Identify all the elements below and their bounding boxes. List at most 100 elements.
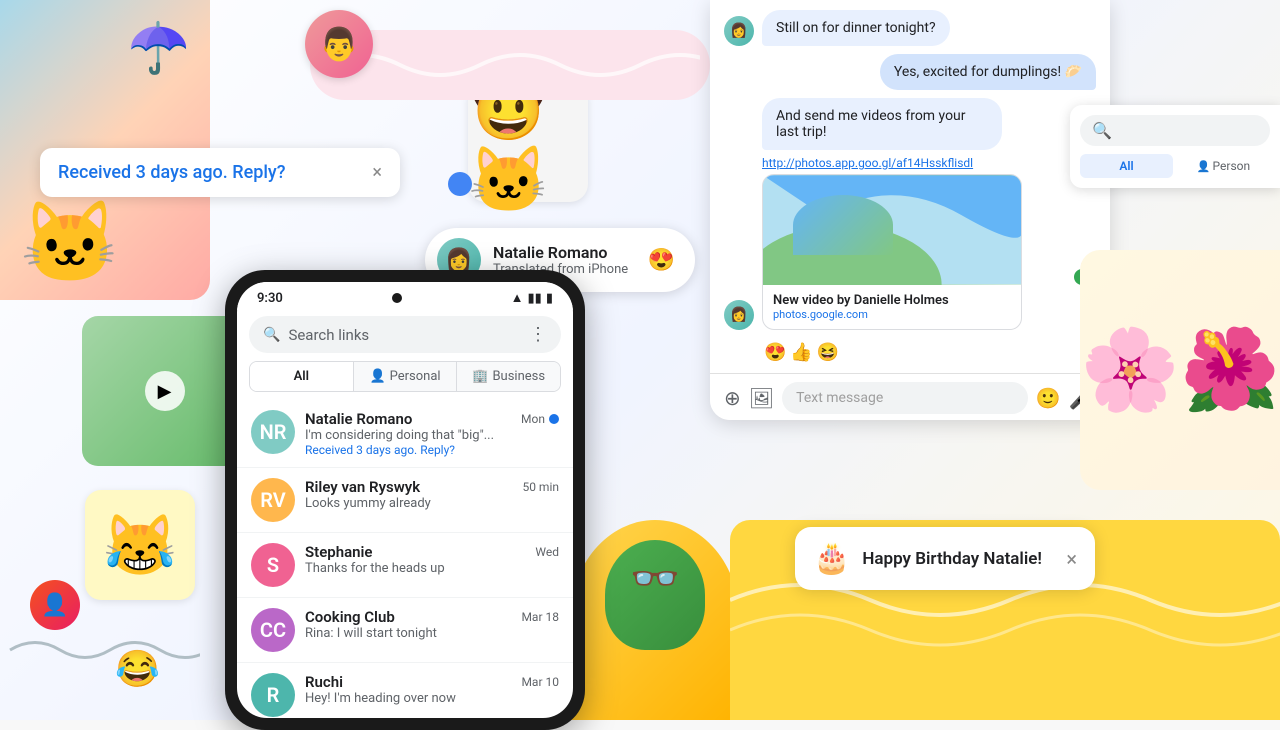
person-avatar-large: 👓 [570,520,740,720]
small-avatar-bottom-left: 👤 [30,580,80,630]
video-thumbnail[interactable]: ▶ [82,316,247,466]
conversation-cooking-club[interactable]: CC Cooking Club Mar 18 Rina: I will star… [237,598,573,663]
conv-reply-hint-natalie[interactable]: Received 3 days ago. Reply? [305,443,559,457]
personal-icon: 👤 [369,369,385,384]
phone-inner: 9:30 ▲▮▮▮ 🔍 Search links ⋮ All 👤 Persona… [237,282,573,718]
conv-body-stephanie: Stephanie Wed Thanks for the heads up [305,543,559,576]
conv-avatar-natalie: NR [251,410,295,454]
cat-hat-sticker: 🤠🐱 [468,82,588,202]
flowers-emoji: 🌸🌺 [1080,323,1279,417]
birthday-notification: 🎂 Happy Birthday Natalie! × [795,527,1095,590]
conv-header-riley: Riley van Ryswyk 50 min [305,478,559,496]
conv-preview-cooking: Rina: I will start tonight [305,626,559,641]
avatar-top-center: 👨 [305,10,373,78]
status-icons: ▲▮▮▮ [511,290,553,306]
tab-business-label: Business [492,369,545,384]
business-icon: 🏢 [472,369,488,384]
blue-dot-decoration [448,172,472,196]
tab-all-label: All [294,369,309,384]
conv-body-ruchi: Ruchi Mar 10 Hey! I'm heading over now [305,673,559,706]
reaction-laugh[interactable]: 😆 [817,342,839,363]
image-button[interactable]: 🖼 [749,386,774,410]
chat-bubble-received-1: Still on for dinner tonight? [762,10,950,46]
phone-search-bar[interactable]: 🔍 Search links ⋮ [249,316,561,353]
conversation-riley[interactable]: RV Riley van Ryswyk 50 min Looks yummy a… [237,468,573,533]
conv-header-cooking: Cooking Club Mar 18 [305,608,559,626]
cat-sticker-bottom: 😹 [85,490,195,600]
conv-avatar-stephanie: S [251,543,295,587]
natalie-name: Natalie Romano [493,243,636,262]
tab-personal-label: Personal [390,369,441,384]
unread-indicator [549,414,559,424]
conv-header-stephanie: Stephanie Wed [305,543,559,561]
conv-avatar-ruchi: R [251,673,295,717]
tab-all[interactable]: All [250,362,354,391]
wave-line-bottom-left [0,630,200,665]
conv-preview-ruchi: Hey! I'm heading over now [305,691,559,706]
chat-message-2: Yes, excited for dumplings! 🥟 [724,54,1096,90]
link-preview-url: photos.google.com [773,308,1011,321]
phone-mockup: 9:30 ▲▮▮▮ 🔍 Search links ⋮ All 👤 Persona… [225,270,585,730]
conv-time-natalie: Mon [521,412,559,426]
conv-header-natalie: Natalie Romano Mon [305,410,559,428]
cat-illustration: 🐱 [20,196,120,290]
chat-avatar-2: 👩 [724,300,754,330]
conv-preview-natalie: I'm considering doing that "big"... [305,428,559,443]
emoji-button[interactable]: 🙂 [1036,386,1061,410]
link-preview-card[interactable]: New video by Danielle Holmes photos.goog… [762,174,1022,330]
natalie-emoji: 😍 [648,248,675,273]
reply-banner-close-button[interactable]: × [372,162,382,183]
conv-name-ruchi: Ruchi [305,673,343,691]
reply-banner-text: Received 3 days ago. Reply? [58,162,362,183]
message-input[interactable]: Text message [782,382,1028,414]
conv-time-cooking: Mar 18 [521,610,559,624]
conv-time-ruchi: Mar 10 [521,675,559,689]
conv-preview-stephanie: Thanks for the heads up [305,561,559,576]
tab-business[interactable]: 🏢 Business [457,362,560,391]
conv-avatar-cooking: CC [251,608,295,652]
search-tab-all[interactable]: All [1080,154,1173,178]
status-bar: 9:30 ▲▮▮▮ [237,282,573,310]
reply-banner: Received 3 days ago. Reply? × [40,148,400,197]
conv-body-riley: Riley van Ryswyk 50 min Looks yummy alre… [305,478,559,511]
birthday-message: Happy Birthday Natalie! [862,549,1054,569]
birthday-cake-icon: 🎂 [813,541,850,576]
chat-messages: 👩 Still on for dinner tonight? Yes, exci… [710,0,1110,373]
search-placeholder: Search links [288,326,521,344]
umbrella-icon: ☂️ [128,20,190,78]
chat-panel: 👩 Still on for dinner tonight? Yes, exci… [710,0,1110,420]
camera-dot [392,293,402,303]
glasses-emoji: 👓 [630,555,680,602]
more-options-icon[interactable]: ⋮ [529,324,547,345]
chat-avatar: 👩 [724,16,754,46]
conv-time-riley: 50 min [522,480,559,494]
play-button[interactable]: ▶ [145,371,185,411]
filter-tabs: All 👤 Personal 🏢 Business [249,361,561,392]
birthday-close-button[interactable]: × [1066,547,1077,571]
conv-avatar-riley: RV [251,478,295,522]
reaction-heart-eyes[interactable]: 😍 [764,342,786,363]
conversation-list: NR Natalie Romano Mon I'm considering do… [237,400,573,718]
search-panel-icon: 🔍 [1092,121,1112,140]
reaction-thumbs-up[interactable]: 👍 [790,342,812,363]
conv-name-stephanie: Stephanie [305,543,372,561]
conv-time-stephanie: Wed [535,545,559,559]
tab-personal[interactable]: 👤 Personal [354,362,458,391]
add-attachment-button[interactable]: ⊕ [724,386,741,410]
search-icon: 🔍 [263,327,280,343]
conv-preview-riley: Looks yummy already [305,496,559,511]
conv-name-natalie: Natalie Romano [305,410,412,428]
search-panel-tabs: All 👤Person [1080,154,1270,178]
conversation-ruchi[interactable]: R Ruchi Mar 10 Hey! I'm heading over now [237,663,573,718]
chat-reactions: 😍 👍 😆 [764,342,1096,363]
chat-bubble-sent-2: Yes, excited for dumplings! 🥟 [880,54,1096,90]
chat-link[interactable]: http://photos.app.goo.gl/af14Hsskflisdl [762,156,1022,170]
conversation-stephanie[interactable]: S Stephanie Wed Thanks for the heads up [237,533,573,598]
chat-bubble-received-3: And send me videos from your last trip! [762,98,1002,150]
flowers-decoration: 🌸🌺 [1080,250,1280,490]
search-tab-person[interactable]: 👤Person [1177,154,1270,178]
conv-name-cooking: Cooking Club [305,608,395,626]
search-panel-input[interactable]: 🔍 [1080,115,1270,146]
conv-name-riley: Riley van Ryswyk [305,478,420,496]
conversation-natalie-romano[interactable]: NR Natalie Romano Mon I'm considering do… [237,400,573,468]
